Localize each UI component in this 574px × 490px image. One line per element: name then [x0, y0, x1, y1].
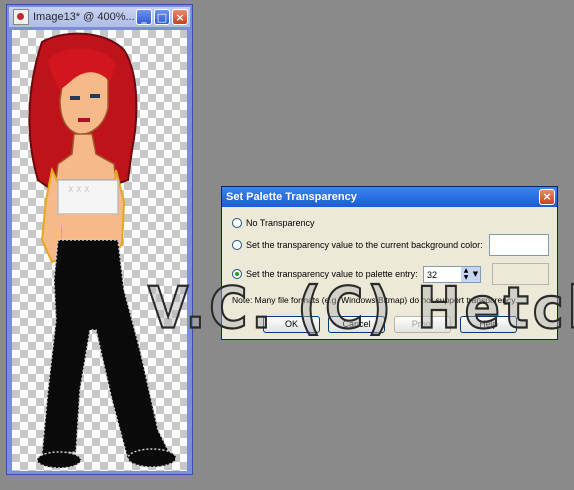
set-palette-transparency-dialog[interactable]: Set Palette Transparency × No Transparen…	[221, 186, 558, 340]
radio-no-transparency[interactable]	[232, 218, 242, 228]
chevron-down-icon[interactable]: ▼	[471, 267, 480, 282]
palette-entry-swatch	[492, 263, 549, 285]
maximize-button[interactable]: □	[154, 9, 170, 25]
radio-background-color[interactable]	[232, 240, 242, 250]
palette-entry-value[interactable]: 32	[424, 270, 461, 280]
image-canvas[interactable]: X X X	[12, 30, 187, 471]
radio-palette-entry[interactable]	[232, 269, 242, 279]
transparency-note: Note: Many file formats (e.g. Windows Bi…	[232, 295, 518, 305]
option-palette-entry[interactable]: Set the transparency value to palette en…	[232, 269, 418, 279]
dialog-title: Set Palette Transparency	[226, 191, 357, 203]
minimize-button[interactable]: _	[136, 9, 152, 25]
dialog-titlebar[interactable]: Set Palette Transparency ×	[222, 187, 557, 207]
app-icon	[13, 9, 29, 25]
option-palette-entry-label: Set the transparency value to palette en…	[246, 269, 418, 279]
palette-entry-spinner[interactable]: 32 ▲ ▼ ▼	[423, 266, 481, 283]
dialog-close-button[interactable]: ×	[539, 189, 555, 205]
option-background-color-label: Set the transparency value to the curren…	[246, 240, 483, 250]
image-window-title: Image13* @ 400%...	[33, 11, 134, 23]
option-no-transparency[interactable]: No Transparency	[232, 218, 315, 228]
ok-button[interactable]: OK	[263, 316, 320, 333]
help-button[interactable]: Help	[460, 316, 517, 333]
cancel-button[interactable]: Cancel	[328, 316, 385, 333]
svg-text:X X X: X X X	[68, 185, 90, 194]
spinner-arrows-icon[interactable]: ▲ ▼	[461, 267, 471, 282]
doll-figure: X X X	[28, 32, 177, 469]
image-window[interactable]: Image13* @ 400%... _ □ × X X X	[6, 4, 193, 475]
background-color-swatch[interactable]	[489, 234, 549, 256]
image-window-titlebar[interactable]: Image13* @ 400%... _ □ ×	[9, 7, 190, 27]
option-background-color[interactable]: Set the transparency value to the curren…	[232, 240, 483, 250]
close-button[interactable]: ×	[172, 9, 188, 25]
option-no-transparency-label: No Transparency	[246, 218, 315, 228]
proof-button[interactable]: Proof	[394, 316, 451, 333]
